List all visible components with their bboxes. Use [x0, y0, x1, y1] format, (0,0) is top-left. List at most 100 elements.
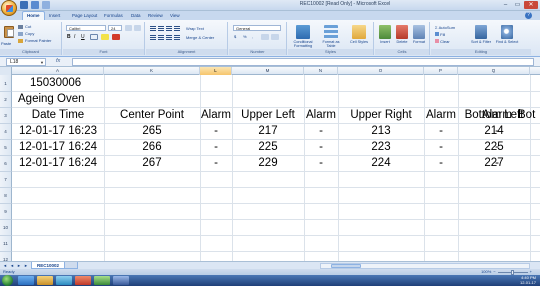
data-cell[interactable]: - [304, 124, 338, 139]
cell-styles-button[interactable]: Cell Styles [346, 40, 372, 44]
tab-formulas[interactable]: Formulas [104, 12, 123, 20]
start-button[interactable] [2, 275, 13, 286]
bold-button[interactable]: B [67, 34, 72, 40]
header-cell[interactable]: Upper Left [232, 108, 304, 123]
help-icon[interactable]: ? [525, 12, 532, 19]
find-select-icon[interactable] [501, 25, 513, 39]
data-cell[interactable]: 229 [232, 156, 304, 171]
underline-button[interactable]: U [81, 34, 86, 40]
formula-input[interactable] [72, 58, 534, 66]
header-cell[interactable]: Bot [518, 108, 540, 123]
column-header-p[interactable]: P [424, 67, 458, 75]
italic-button[interactable]: I [74, 34, 79, 40]
delete-cells-icon[interactable] [396, 25, 408, 39]
find-select-button[interactable]: Find & Select [494, 40, 520, 44]
autosum-button[interactable]: Σ AutoSum [435, 25, 455, 30]
data-cell[interactable]: 12-01-17 16:23 [12, 124, 104, 139]
column-header-n[interactable]: N [304, 67, 338, 75]
row-header[interactable]: 6 [0, 156, 12, 172]
internet-explorer-icon[interactable] [18, 276, 34, 285]
align-right-icon[interactable] [166, 35, 172, 40]
data-cell[interactable]: - [480, 156, 514, 171]
data-cell[interactable]: - [304, 140, 338, 155]
cell-equipment-name[interactable]: Ageing Oven [18, 92, 85, 107]
data-cell[interactable]: - [480, 124, 514, 139]
sort-filter-button[interactable]: Sort & Filter [468, 40, 494, 44]
cell-id[interactable]: 15030006 [30, 76, 81, 91]
fill-color-icon[interactable] [101, 34, 109, 40]
orientation-icon[interactable] [174, 26, 180, 31]
name-box[interactable]: L18 ▼ [6, 58, 46, 66]
clear-button[interactable]: Clear [435, 39, 450, 44]
close-button[interactable]: ✕ [524, 1, 538, 9]
currency-button[interactable]: $ [234, 34, 236, 39]
data-cell[interactable]: 265 [104, 124, 200, 139]
format-cells-button[interactable]: Format [406, 40, 432, 44]
column-header-m[interactable]: M [232, 67, 304, 75]
header-cell[interactable]: Date Time [12, 108, 104, 123]
file-explorer-icon[interactable] [37, 276, 53, 285]
maximize-button[interactable]: ▭ [512, 1, 523, 9]
media-player-icon[interactable] [56, 276, 72, 285]
chevron-down-icon[interactable]: ▼ [40, 59, 44, 66]
decrease-decimal-icon[interactable] [271, 34, 279, 40]
row-header[interactable]: 11 [0, 236, 12, 252]
row-header[interactable]: 9 [0, 204, 12, 220]
conditional-formatting-icon[interactable] [296, 25, 310, 39]
header-cell[interactable]: Alarm [200, 108, 232, 123]
align-middle-icon[interactable] [158, 26, 164, 31]
tab-page-layout[interactable]: Page Layout [72, 12, 97, 20]
data-cell[interactable]: 12-01-17 16:24 [12, 156, 104, 171]
align-center-icon[interactable] [158, 35, 164, 40]
column-header-q[interactable]: Q [458, 67, 530, 75]
format-table-button[interactable]: Format as Table [318, 40, 344, 48]
merge-center-button[interactable]: Merge & Center [186, 35, 214, 40]
office-button[interactable] [1, 0, 17, 16]
tab-home[interactable]: Home [22, 11, 45, 20]
data-cell[interactable]: 224 [338, 156, 424, 171]
row-header[interactable]: 1 [0, 75, 12, 92]
data-cell[interactable]: - [200, 140, 232, 155]
row-header[interactable]: 4 [0, 124, 12, 140]
cell-styles-icon[interactable] [352, 25, 366, 39]
align-bottom-icon[interactable] [166, 26, 172, 31]
row-header[interactable]: 7 [0, 172, 12, 188]
font-name-select[interactable]: Calibri [66, 25, 106, 31]
wrap-text-button[interactable]: Wrap Text [186, 26, 204, 31]
select-all-button[interactable] [0, 67, 12, 75]
data-cell[interactable]: 213 [338, 124, 424, 139]
align-left-icon[interactable] [150, 35, 156, 40]
percent-button[interactable]: % [243, 34, 247, 39]
zoom-slider-knob[interactable] [510, 269, 514, 275]
data-cell[interactable]: - [424, 140, 458, 155]
header-cell[interactable]: Alarm [304, 108, 338, 123]
font-color-icon[interactable] [112, 34, 120, 40]
row-header[interactable]: 12 [0, 252, 12, 261]
insert-sheet-icon[interactable] [64, 262, 78, 269]
zoom-slider[interactable] [497, 269, 528, 275]
row-header[interactable]: 10 [0, 220, 12, 236]
column-header-k[interactable]: K [104, 67, 200, 75]
shrink-font-icon[interactable] [134, 25, 141, 31]
borders-icon[interactable] [90, 34, 98, 40]
clock-date[interactable]: 12-01-17 [520, 280, 536, 285]
app-icon[interactable] [75, 276, 91, 285]
column-header-o[interactable]: O [338, 67, 424, 75]
data-cell[interactable]: - [424, 156, 458, 171]
comma-button[interactable]: , [252, 34, 253, 39]
header-cell[interactable]: Alarm [424, 108, 458, 123]
paste-button[interactable] [3, 24, 15, 40]
data-cell[interactable]: 266 [104, 140, 200, 155]
data-cell[interactable]: 217 [232, 124, 304, 139]
column-header-l[interactable]: L [200, 67, 232, 75]
align-top-icon[interactable] [150, 26, 156, 31]
format-table-icon[interactable] [324, 25, 338, 39]
data-cell[interactable]: 225 [232, 140, 304, 155]
data-cell[interactable]: - [200, 156, 232, 171]
row-header[interactable]: 5 [0, 140, 12, 156]
column-header-r[interactable]: R [530, 67, 540, 75]
grow-font-icon[interactable] [125, 25, 132, 31]
column-header-a[interactable]: A [12, 67, 104, 75]
minimize-button[interactable]: – [500, 1, 511, 9]
insert-function-button[interactable]: fx [56, 58, 60, 64]
